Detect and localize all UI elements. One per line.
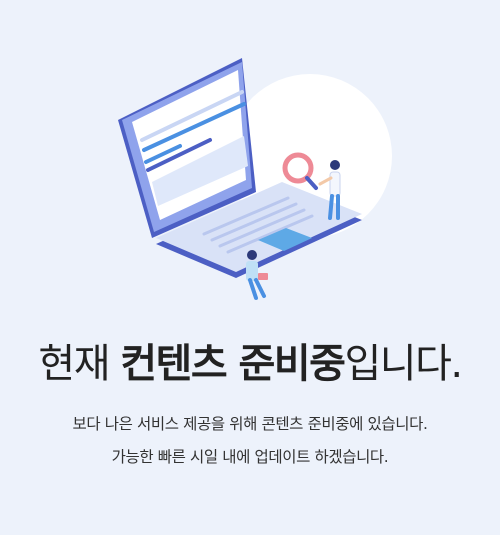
title-part1: 현재 xyxy=(38,341,121,387)
title-bold: 컨텐츠 준비중 xyxy=(120,341,346,387)
laptop-illustration xyxy=(118,58,392,300)
page-title: 현재 컨텐츠 준비중입니다. xyxy=(0,336,500,392)
description-line2: 가능한 빠른 시일 내에 업데이트 하겠습니다. xyxy=(111,448,389,466)
description-line1: 보다 나은 서비스 제공을 위해 콘텐츠 준비중에 있습니다. xyxy=(72,415,428,433)
title-part2: 입니다. xyxy=(344,341,463,387)
page: { "title": { "part1": "현재 ", "bold": "컨텐… xyxy=(0,0,500,535)
